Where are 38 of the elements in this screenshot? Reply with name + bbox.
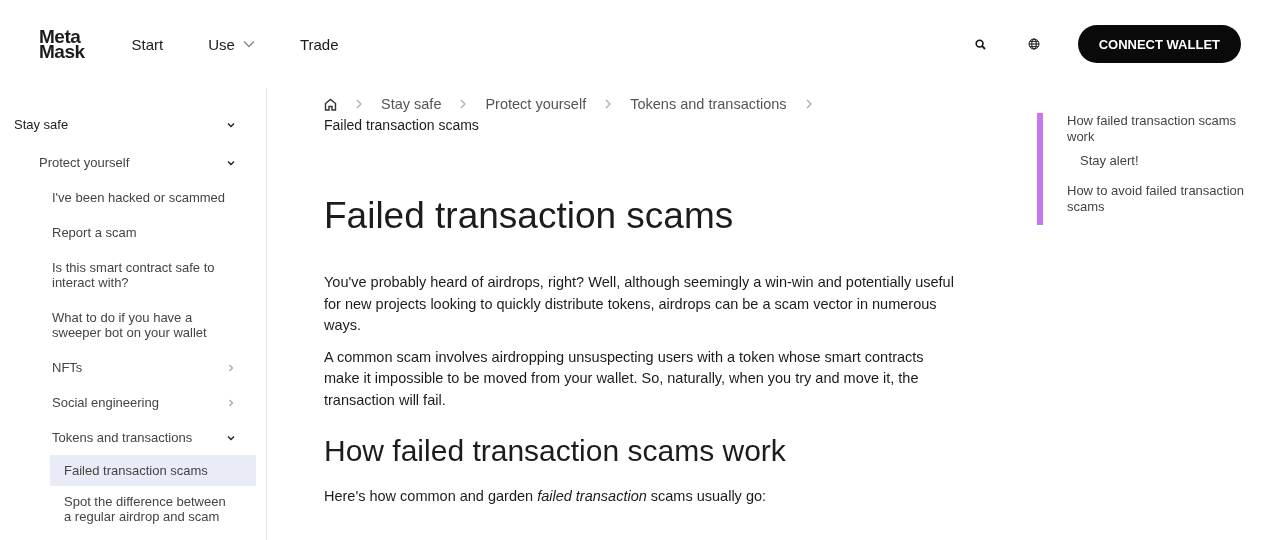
sidebar-item[interactable]: I've been hacked or scammed <box>38 180 256 215</box>
breadcrumb-link[interactable]: Tokens and transactions <box>630 96 787 112</box>
sidebar-item[interactable]: Spot the difference between a regular airdrop and scam <box>50 486 256 532</box>
paragraph: Here's how common and garden failed transaction scams usually go: <box>324 487 768 506</box>
sidebar-item[interactable]: Is this smart contract safe to interact with? <box>38 250 256 300</box>
home-icon[interactable] <box>324 97 337 111</box>
paragraph: A common scam involves airdropping unsuspecting users with a token whose smart contracts make it impossible to be moved from your wallet. So, naturally, when you try and move it, the transaction will fail. <box>324 347 925 410</box>
chevron-right-icon <box>459 99 468 109</box>
breadcrumb-link[interactable]: Protect yourself <box>485 96 587 112</box>
sidebar-item[interactable]: Report a scam <box>38 215 256 250</box>
paragraph: You've probably heard of airdrops, right? Well, although seemingly a win-win and potentially useful for new projects looking to quickly distribute tokens, airdrops can be a scam vector in numerous ways. <box>324 273 954 335</box>
nav-link[interactable]: Trade <box>299 35 339 53</box>
search-icon[interactable] <box>974 38 986 50</box>
page-title: Failed transaction scams <box>324 194 735 238</box>
sidebar-item[interactable]: Protect yourself <box>25 145 256 180</box>
chevron-down-icon <box>242 40 255 48</box>
sidebar-item[interactable]: NFTs <box>38 350 256 385</box>
breadcrumb-current: Failed transaction scams <box>324 117 480 133</box>
logo[interactable]: Meta Mask <box>39 29 85 59</box>
chevron-right-icon <box>226 362 236 373</box>
sidebar-item[interactable]: Social engineering <box>38 385 256 420</box>
chevron-right-icon <box>226 397 236 408</box>
chevron-right-icon <box>355 99 363 109</box>
section-heading: How failed transaction scams work <box>324 433 787 469</box>
nav-link[interactable]: Use <box>208 35 255 53</box>
toc-link[interactable]: Stay alert! <box>1080 153 1252 169</box>
sidebar-item[interactable]: Stay safe <box>0 104 256 145</box>
breadcrumb-link[interactable]: Stay safe <box>381 96 442 112</box>
nav-link[interactable]: Start <box>131 35 164 53</box>
toc-link[interactable]: How to avoid failed transaction scams <box>1067 183 1252 215</box>
chevron-right-icon <box>804 99 813 109</box>
connect-wallet-button[interactable]: CONNECT WALLET <box>1077 25 1241 63</box>
sidebar-item[interactable]: Failed transaction scams <box>50 455 256 486</box>
globe-icon[interactable] <box>1027 38 1040 50</box>
chevron-right-icon <box>604 99 613 109</box>
sidebar-item[interactable]: Tokens and transactions <box>38 420 256 455</box>
sidebar-item[interactable]: What to do if you have a sweeper bot on your wallet <box>38 300 256 350</box>
toc-link[interactable]: How failed transaction scams work <box>1067 113 1252 145</box>
